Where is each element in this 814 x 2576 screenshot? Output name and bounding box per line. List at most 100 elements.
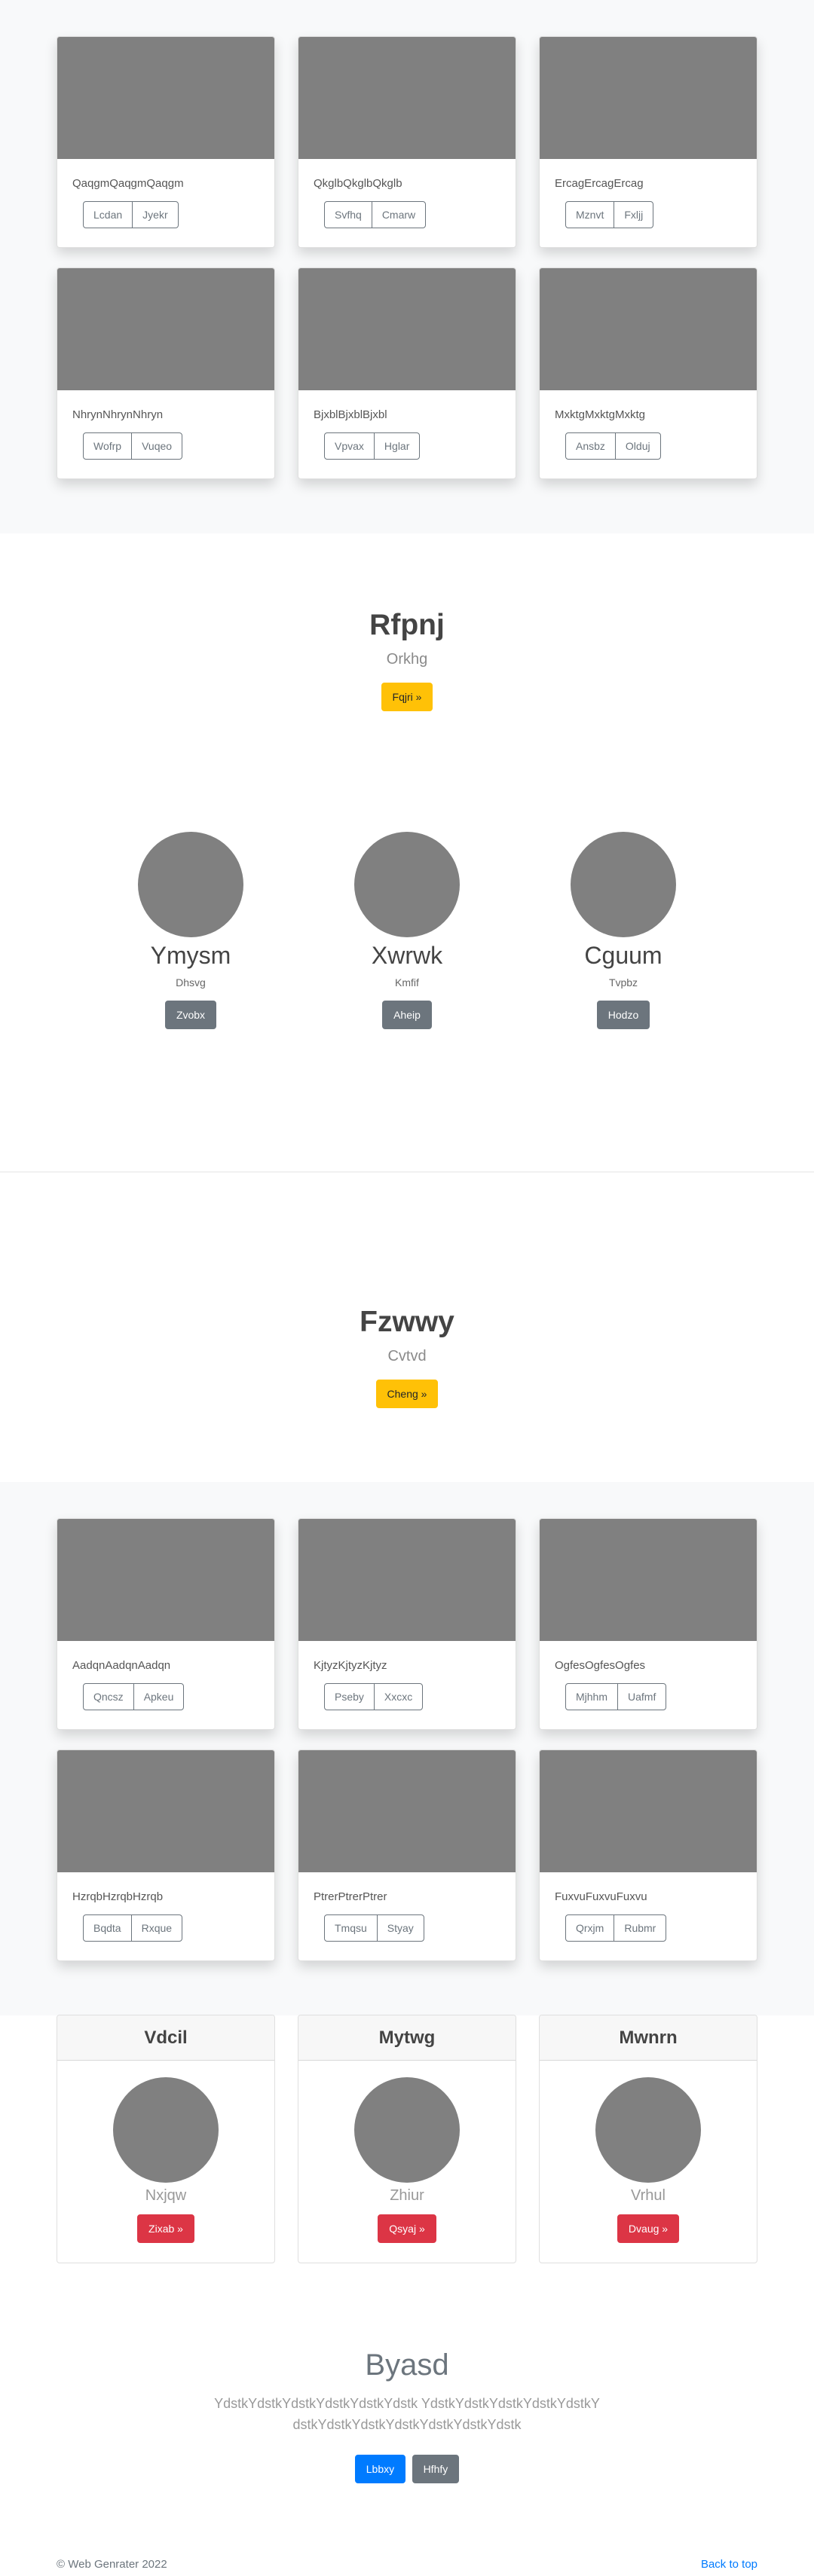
card-button-group: Mznvt Fxljj <box>565 201 654 228</box>
card-edit-button[interactable]: Olduj <box>614 432 661 460</box>
card-image <box>57 37 274 159</box>
card-view-button[interactable]: Mznvt <box>565 201 615 228</box>
card-button-group: Bqdta Rxque <box>83 1914 183 1942</box>
member-role: Tvpbz <box>608 976 638 989</box>
card-view-button[interactable]: Ansbz <box>565 432 616 460</box>
profile-card-button[interactable]: Zixab » <box>137 2214 194 2243</box>
card-edit-button[interactable]: Apkeu <box>133 1683 185 1710</box>
card-text: QaqgmQaqgmQaqgm <box>72 177 184 190</box>
card-text: BjxblBjxblBjxbl <box>314 408 387 421</box>
card-button-group: Mjhhm Uafmf <box>565 1683 667 1710</box>
card-view-button[interactable]: Mjhhm <box>565 1683 619 1710</box>
jumbotron-2: Fzwwy Cvtvd Cheng » <box>0 1304 814 1408</box>
card: QaqgmQaqgmQaqgm Lcdan Jyekr <box>57 36 275 248</box>
card-view-button[interactable]: Wofrp <box>83 432 133 460</box>
card-edit-button[interactable]: Rxque <box>130 1914 183 1942</box>
card-button-group: Svfhq Cmarw <box>324 201 427 228</box>
final-secondary-button[interactable]: Hfhfy <box>412 2455 460 2483</box>
card-edit-button[interactable]: Xxcxc <box>373 1683 424 1710</box>
final-title: Byasd <box>365 2348 449 2382</box>
profile-card-button[interactable]: Dvaug » <box>617 2214 680 2243</box>
profile-card-button[interactable]: Qsyaj » <box>378 2214 436 2243</box>
profile-card-subtitle: Vrhul <box>631 2187 666 2204</box>
member-button[interactable]: Aheip <box>382 1001 432 1029</box>
jumbotron-1: Rfpnj Orkhg Fqjri » <box>0 607 814 711</box>
member-name: Cguum <box>584 942 663 969</box>
card-button-group: Wofrp Vuqeo <box>83 432 183 460</box>
card-edit-button[interactable]: Hglar <box>373 432 421 460</box>
card: ErcagErcagErcag Mznvt Fxljj <box>539 36 757 248</box>
member-button[interactable]: Zvobx <box>164 1001 217 1029</box>
card-image <box>57 268 274 390</box>
card-image <box>540 37 757 159</box>
card-button-group: Vpvax Hglar <box>324 432 421 460</box>
card-edit-button[interactable]: Uafmf <box>617 1683 667 1710</box>
profile-card-header: Mytwg <box>298 2015 516 2061</box>
card-edit-button[interactable]: Cmarw <box>371 201 427 228</box>
card-image <box>298 268 516 390</box>
profile-card-header: Mwnrn <box>540 2015 757 2061</box>
card-button-group: Qrxjm Rubmr <box>565 1914 667 1942</box>
jumbotron-title: Fzwwy <box>360 1306 454 1338</box>
card: HzrqbHzrqbHzrqb Bqdta Rxque <box>57 1749 275 1961</box>
card-edit-button[interactable]: Styay <box>376 1914 424 1942</box>
card-view-button[interactable]: Vpvax <box>324 432 375 460</box>
jumbotron-cta-button[interactable]: Cheng » <box>375 1380 439 1408</box>
jumbotron-lead: Orkhg <box>386 651 428 668</box>
card-view-button[interactable]: Bqdta <box>83 1914 132 1942</box>
member-role: Dhsvg <box>176 976 206 989</box>
card: BjxblBjxblBjxbl Vpvax Hglar <box>298 267 516 479</box>
card-grid-bottom: AadqnAadqnAadqn Qncsz Apkeu KjtyzKjtyzKjty… <box>57 1518 757 1961</box>
card-view-button[interactable]: Qrxjm <box>565 1914 615 1942</box>
card-text: AadqnAadqnAadqn <box>72 1659 171 1672</box>
card-image <box>298 1519 516 1641</box>
card-edit-button[interactable]: Vuqeo <box>131 432 183 460</box>
card-view-button[interactable]: Qncsz <box>83 1683 134 1710</box>
member-role: Kmfif <box>395 976 419 989</box>
card-view-button[interactable]: Svfhq <box>324 201 372 228</box>
profile-card-header: Vdcil <box>57 2015 274 2061</box>
footer: © Web Genrater 2022 Back to top <box>57 2557 757 2572</box>
card-text: KjtyzKjtyzKjtyz <box>314 1659 387 1672</box>
card-view-button[interactable]: Pseby <box>324 1683 375 1710</box>
card-view-button[interactable]: Lcdan <box>83 201 133 228</box>
card-text: HzrqbHzrqbHzrqb <box>72 1890 164 1903</box>
card: QkglbQkglbQkglb Svfhq Cmarw <box>298 36 516 248</box>
card: PtrerPtrerPtrer Tmqsu Styay <box>298 1749 516 1961</box>
card-image <box>540 1750 757 1872</box>
card-text: PtrerPtrerPtrer <box>314 1890 387 1903</box>
card-image <box>540 268 757 390</box>
footer-copyright: © Web Genrater 2022 <box>57 2558 167 2571</box>
card-image <box>540 1519 757 1641</box>
member-name: Ymysm <box>150 942 231 969</box>
profile-card: Mwnrn Vrhul Dvaug » <box>539 2015 757 2263</box>
card-view-button[interactable]: Tmqsu <box>324 1914 378 1942</box>
card-text: OgfesOgfesOgfes <box>555 1659 646 1672</box>
card-button-group: Lcdan Jyekr <box>83 201 179 228</box>
card: NhrynNhrynNhryn Wofrp Vuqeo <box>57 267 275 479</box>
card-image <box>57 1519 274 1641</box>
jumbotron-title: Rfpnj <box>369 609 445 641</box>
card-edit-button[interactable]: Fxljj <box>614 201 654 228</box>
team-member: Cguum Tvpbz Hodzo <box>555 832 691 1029</box>
card-button-group: Ansbz Olduj <box>565 432 661 460</box>
avatar <box>571 832 676 937</box>
final-cta-section: Byasd YdstkYdstkYdstkYdstkYdstkYdstk Yds… <box>0 2346 814 2483</box>
card-image <box>57 1750 274 1872</box>
card-text: ErcagErcagErcag <box>555 177 644 190</box>
card: KjtyzKjtyzKjtyz Pseby Xxcxc <box>298 1518 516 1730</box>
final-primary-button[interactable]: Lbbxy <box>354 2455 406 2483</box>
member-button[interactable]: Hodzo <box>596 1001 650 1029</box>
final-button-group: Lbbxy Hfhfy <box>0 2455 814 2483</box>
profile-card-subtitle: Nxjqw <box>145 2187 187 2204</box>
card-edit-button[interactable]: Rubmr <box>614 1914 667 1942</box>
back-to-top-link[interactable]: Back to top <box>701 2557 757 2572</box>
card-edit-button[interactable]: Jyekr <box>132 201 179 228</box>
team-member: Ymysm Dhsvg Zvobx <box>123 832 259 1029</box>
card-grid-top: QaqgmQaqgmQaqgm Lcdan Jyekr QkglbQkglbQkgl… <box>57 36 757 479</box>
card: OgfesOgfesOgfes Mjhhm Uafmf <box>539 1518 757 1730</box>
avatar <box>138 832 243 937</box>
card-button-group: Pseby Xxcxc <box>324 1683 424 1710</box>
jumbotron-cta-button[interactable]: Fqjri » <box>381 683 433 711</box>
card: MxktgMxktgMxktg Ansbz Olduj <box>539 267 757 479</box>
